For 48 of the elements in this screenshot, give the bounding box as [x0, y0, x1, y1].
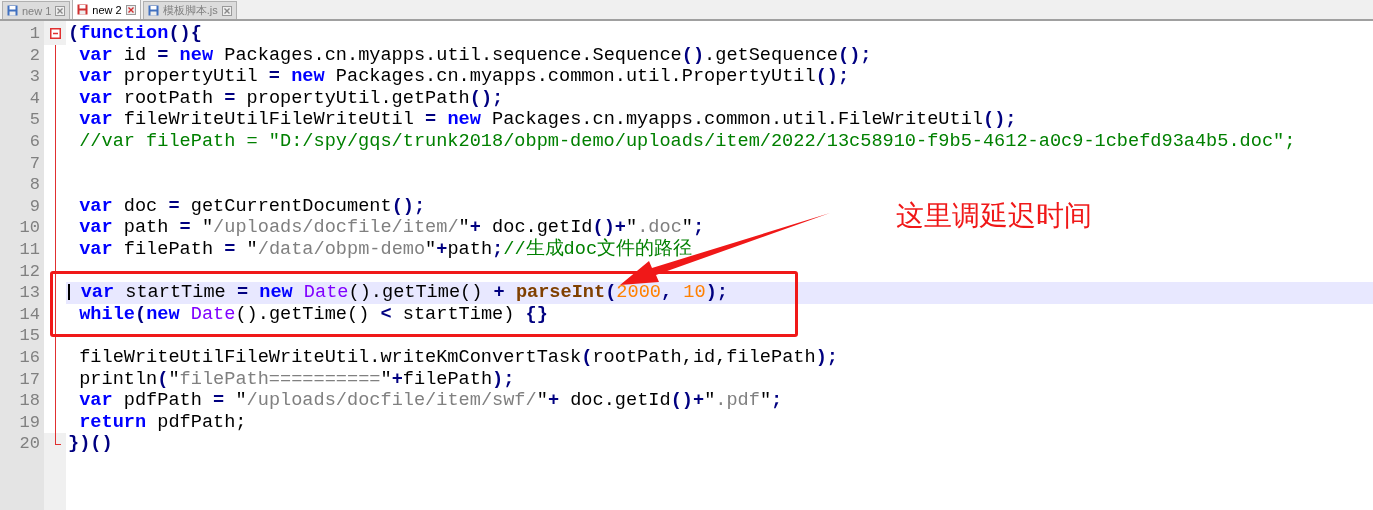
line-number: 10	[18, 217, 41, 239]
floppy-icon	[77, 4, 89, 15]
line-number: 5	[28, 109, 41, 131]
close-icon[interactable]	[55, 5, 66, 16]
code-line: while(new Date().getTime() < startTime) {}	[78, 303, 548, 325]
file-tab[interactable]: 模板脚本.js	[142, 1, 237, 19]
line-number: 19	[18, 411, 41, 434]
line-number: 11	[18, 238, 41, 261]
line-number: 13	[18, 282, 41, 304]
code-line: //var filePath = "D:/spy/gqs/trunk2018/obpm-demo/uploads/item/2022/13c58910-f9b5-4612-a0c9-1cbefd93a4b5.doc";	[78, 130, 1296, 152]
code-line: return pdfPath;	[78, 411, 247, 433]
file-tab[interactable]: new 1	[2, 1, 71, 19]
floppy-icon	[7, 5, 18, 16]
code-line: })()	[68, 433, 113, 455]
line-number: 1	[28, 23, 41, 45]
code-line: (function(){	[68, 23, 202, 44]
line-number: 20	[18, 433, 41, 455]
line-number: 7	[28, 152, 41, 175]
floppy-icon	[147, 5, 159, 16]
code-line: var rootPath = propertyUtil.getPath();	[78, 87, 504, 109]
text-cursor	[68, 284, 70, 301]
line-number: 3	[28, 66, 41, 88]
code-line: println("filePath=========="+filePath);	[78, 368, 515, 390]
code-line: var startTime = new Date().getTime() + parseInt(2000, 10);	[79, 282, 728, 304]
code-line: var filePath = "/data/obpm-demo"+path;//生成doc文件的路径	[78, 238, 693, 260]
line-number: 12	[18, 260, 41, 283]
fold-minus-icon[interactable]	[50, 28, 61, 39]
code-line: var path = "/uploads/docfile/item/"+ doc.getId()+".doc";	[78, 217, 705, 239]
close-icon[interactable]	[221, 5, 232, 16]
code-line: var fileWriteUtilFileWriteUtil = new Packages.cn.myapps.common.util.FileWriteUtil();	[78, 109, 1017, 131]
code-line: fileWriteUtilFileWriteUtil.writeKmConvertTask(rootPath,id,filePath);	[78, 346, 838, 368]
code-line: var doc = getCurrentDocument();	[78, 195, 426, 217]
line-number: 9	[28, 195, 41, 218]
line-number: 16	[18, 346, 41, 369]
line-number: 15	[18, 325, 41, 347]
line-number: 2	[28, 44, 41, 67]
line-number: 8	[28, 174, 41, 196]
file-tab[interactable]: new 2	[72, 0, 141, 19]
line-number: 6	[28, 130, 41, 153]
code-line: var pdfPath = "/uploads/docfile/item/swf/"+ doc.getId()+".pdf";	[78, 390, 783, 412]
close-icon[interactable]	[125, 4, 136, 15]
line-number: 14	[18, 303, 41, 326]
line-number: 4	[28, 87, 41, 110]
annotation-text: 这里调延迟时间	[896, 198, 1092, 234]
line-number: 17	[18, 368, 41, 391]
code-line: var id = new Packages.cn.myapps.util.sequence.Sequence().getSequence();	[78, 44, 872, 66]
code-line: var propertyUtil = new Packages.cn.myapps.common.util.PropertyUtil();	[78, 66, 850, 88]
line-number: 18	[18, 390, 41, 412]
